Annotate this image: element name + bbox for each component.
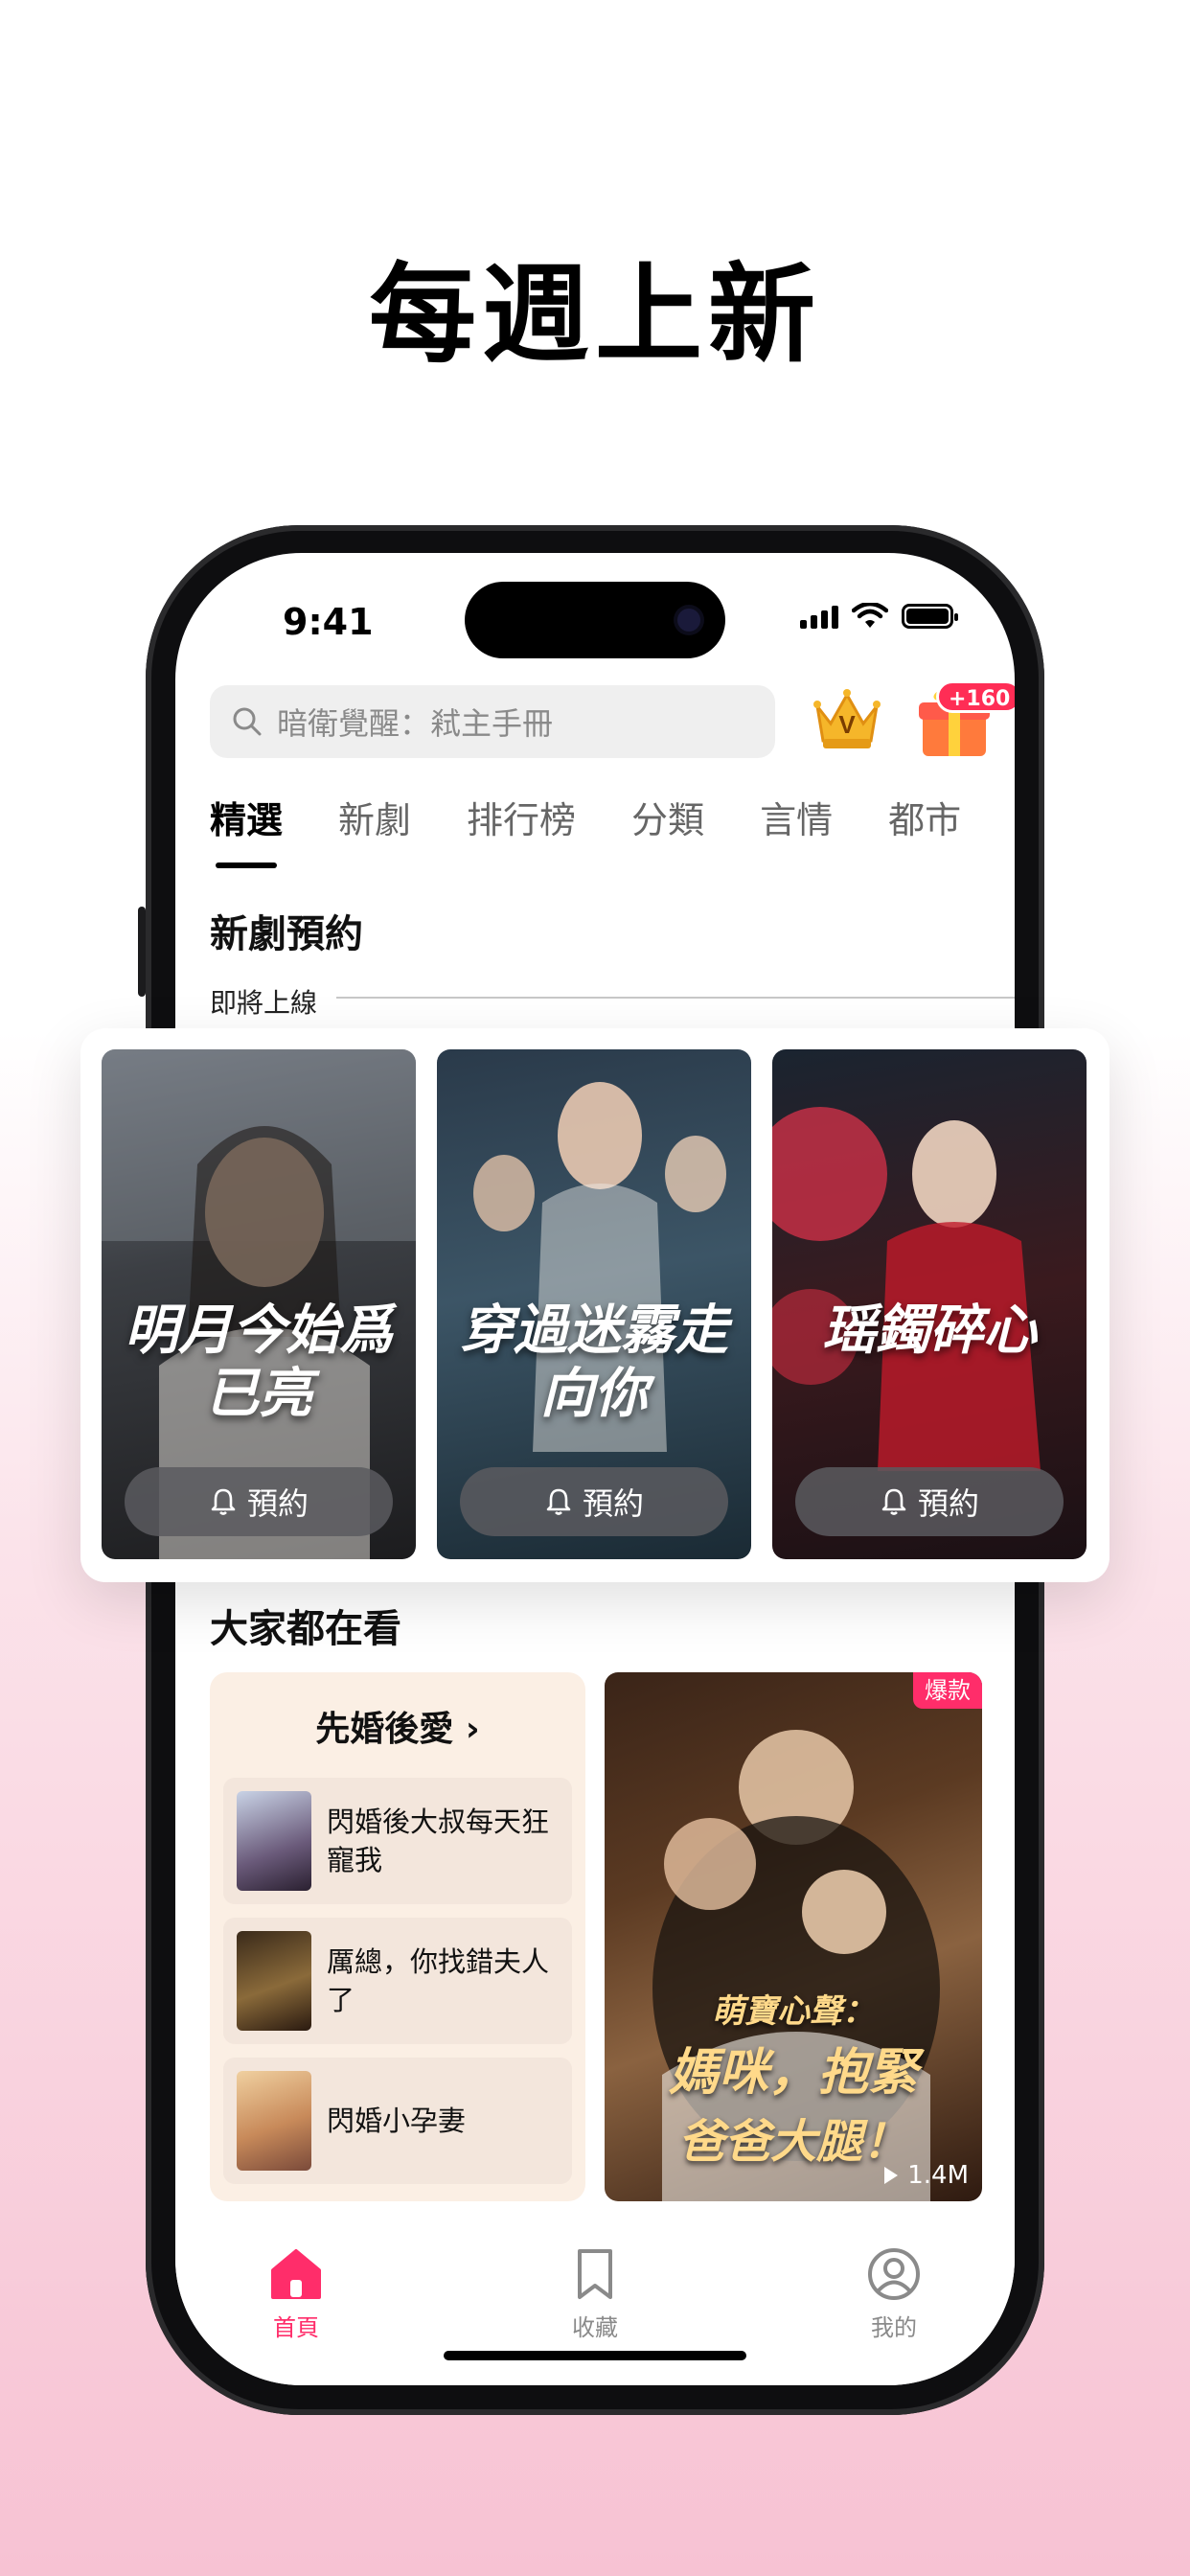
tab-category[interactable]: 分類 <box>631 791 704 843</box>
drama-title: 明月今始爲已亮 <box>125 1299 393 1425</box>
tab-profile[interactable]: 我的 <box>836 2245 951 2342</box>
tab-new-drama[interactable]: 新劇 <box>338 791 411 843</box>
tab-home[interactable]: 首頁 <box>239 2245 354 2342</box>
reserve-label: 預約 <box>582 1485 644 1522</box>
bookmark-icon <box>578 2249 612 2299</box>
profile-icon <box>868 2248 920 2300</box>
view-count-value: 1.4M <box>907 2161 969 2190</box>
vip-crown-icon[interactable]: V <box>812 685 882 754</box>
tab-home-label: 首頁 <box>273 2314 319 2341</box>
category-tabs: 精選 新劇 排行榜 分類 言情 都市 <box>210 791 961 868</box>
drama-title: 穿過迷霧走向你 <box>460 1299 728 1425</box>
tab-featured[interactable]: 精選 <box>210 791 283 868</box>
reserve-button[interactable]: 預約 <box>125 1467 393 1536</box>
page-headline: 每週上新 <box>369 253 821 378</box>
drama-name: 閃婚小孕妻 <box>327 2104 467 2137</box>
collection-header[interactable]: 先婚後愛 › <box>210 1701 585 1751</box>
gift-badge: +160 <box>936 680 1015 713</box>
svg-text:V: V <box>838 710 856 739</box>
drama-name: 厲總，你找錯夫人了 <box>327 1945 550 2016</box>
home-icon <box>271 2249 321 2299</box>
tab-ranking[interactable]: 排行榜 <box>467 791 576 843</box>
status-icons <box>800 603 958 630</box>
tab-favorites-label: 收藏 <box>572 2314 618 2341</box>
reserve-button[interactable]: 預約 <box>460 1467 728 1536</box>
new-release-carousel: 明月今始爲已亮 預約 穿過迷霧走向你 預約 瑶鐲碎心 預約 <box>80 1028 1110 1582</box>
drama-title: 瑶鐲碎心 <box>822 1299 1037 1362</box>
hot-badge: 爆款 <box>913 1672 982 1709</box>
dynamic-island <box>465 582 725 658</box>
tab-romance[interactable]: 言情 <box>760 791 833 843</box>
status-bar: 9:41 <box>175 553 1015 668</box>
signal-icon <box>800 604 838 629</box>
featured-drama-poster[interactable]: 爆款 萌寶心聲： 媽咪，抱緊 爸爸大腿！ 1.4M <box>605 1672 982 2201</box>
drama-thumbnail <box>237 1931 311 2031</box>
drama-name: 閃婚後大叔每天狂寵我 <box>327 1806 550 1876</box>
camera-icon <box>677 609 700 632</box>
play-icon <box>884 2167 899 2184</box>
drama-poster[interactable]: 穿過迷霧走向你 預約 <box>437 1049 751 1559</box>
featured-title-line1: 萌寶心聲： <box>712 1992 875 2031</box>
drama-thumbnail <box>237 1791 311 1891</box>
drama-poster[interactable]: 瑶鐲碎心 預約 <box>772 1049 1087 1559</box>
featured-title-line2: 媽咪，抱緊 <box>668 2043 918 2102</box>
tab-favorites[interactable]: 收藏 <box>538 2245 652 2342</box>
featured-title: 萌寶心聲： 媽咪，抱緊 爸爸大腿！ <box>614 1985 973 2171</box>
search-placeholder: 暗衛覺醒：弒主手冊 <box>277 705 554 742</box>
list-item[interactable]: 閃婚小孕妻 <box>223 2058 572 2184</box>
wifi-icon <box>852 603 888 628</box>
drama-poster[interactable]: 明月今始爲已亮 預約 <box>102 1049 416 1559</box>
phone-side-button <box>138 907 146 997</box>
popular-title: 大家都在看 <box>210 1607 401 1651</box>
chevron-right-icon: › <box>465 1710 480 1749</box>
reserve-label: 預約 <box>917 1485 979 1522</box>
bell-icon <box>881 1488 906 1515</box>
search-bar[interactable]: 暗衛覺醒：弒主手冊 <box>210 685 775 758</box>
battery-icon <box>902 604 958 629</box>
tab-profile-label: 我的 <box>871 2314 917 2341</box>
view-count: 1.4M <box>882 2161 969 2190</box>
tab-urban[interactable]: 都市 <box>888 791 961 843</box>
list-item[interactable]: 閃婚後大叔每天狂寵我 <box>223 1778 572 1904</box>
bell-icon <box>211 1488 236 1515</box>
reserve-button[interactable]: 預約 <box>795 1467 1064 1536</box>
reserve-label: 預約 <box>246 1485 309 1522</box>
list-item[interactable]: 厲總，你找錯夫人了 <box>223 1918 572 2044</box>
coming-soon-label: 即將上線 <box>210 987 318 1019</box>
new-release-title: 新劇預約 <box>210 912 363 956</box>
status-time: 9:41 <box>283 601 374 643</box>
bottom-tab-bar: 首頁 收藏 我的 <box>175 2224 1015 2385</box>
bell-icon <box>546 1488 571 1515</box>
collection-card[interactable]: 先婚後愛 › 閃婚後大叔每天狂寵我 厲總，你找錯夫人了 閃婚小孕妻 <box>210 1672 585 2201</box>
home-indicator <box>444 2351 746 2360</box>
search-icon <box>233 707 262 736</box>
collection-title: 先婚後愛 <box>315 1710 454 1749</box>
drama-thumbnail <box>237 2071 311 2171</box>
divider <box>336 997 1015 999</box>
